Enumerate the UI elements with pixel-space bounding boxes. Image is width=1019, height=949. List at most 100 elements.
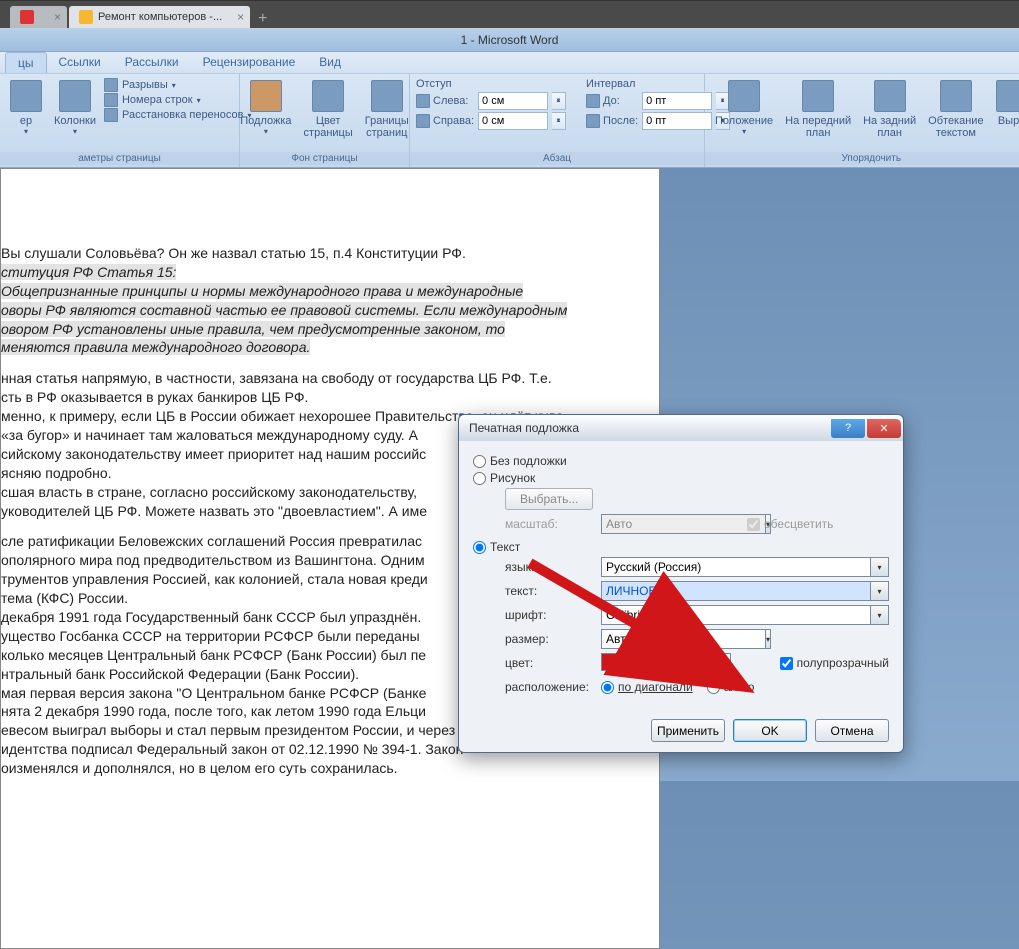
- radio-input[interactable]: [601, 681, 614, 694]
- color-swatch[interactable]: [601, 653, 715, 671]
- columns-icon: [59, 80, 91, 112]
- apply-button[interactable]: Применить: [651, 719, 725, 742]
- language-label: язык:: [505, 560, 595, 574]
- ribbon: ер▾ Колонки▾ Разрывы ▾ Номера строк ▾ Ра…: [0, 74, 1019, 168]
- color-label: цвет:: [505, 656, 595, 670]
- tab-favicon: [79, 10, 93, 24]
- group-arrange: Положение▾ На переднийплан На заднийплан…: [705, 74, 1019, 167]
- font-combo[interactable]: [601, 605, 871, 625]
- cancel-button[interactable]: Отмена: [815, 719, 889, 742]
- ribbon-tab-view[interactable]: Вид: [307, 52, 353, 73]
- borders-button[interactable]: Границыстраниц: [361, 78, 413, 141]
- wrap-icon: [940, 80, 972, 112]
- chevron-down-icon[interactable]: ▾: [871, 581, 889, 601]
- doc-text: ституция РФ Статья 15:: [1, 264, 176, 280]
- hyphenation-icon: [104, 108, 118, 122]
- dialog-titlebar[interactable]: Печатная подложка ? ✕: [459, 415, 903, 441]
- after-label: После:: [603, 115, 638, 127]
- radio-label: Без подложки: [490, 454, 567, 468]
- language-combo[interactable]: [601, 557, 871, 577]
- radio-picture[interactable]: Рисунок: [473, 471, 889, 485]
- chevron-down-icon[interactable]: ▾: [715, 653, 731, 673]
- before-label: До:: [603, 95, 620, 107]
- browser-tab-1[interactable]: ×: [10, 6, 67, 28]
- right-indent-input[interactable]: [478, 112, 548, 130]
- radio-no-watermark[interactable]: Без подложки: [473, 454, 889, 468]
- align-button[interactable]: Выро: [992, 78, 1019, 129]
- ribbon-tab-layout[interactable]: цы: [5, 52, 47, 73]
- font-label: шрифт:: [505, 608, 595, 622]
- indent-label: Отступ: [416, 78, 566, 90]
- spinner[interactable]: ▲▼: [552, 92, 566, 110]
- doc-text: оворы РФ являются составной частью ее пр…: [1, 302, 567, 318]
- select-picture-button: Выбрать...: [505, 488, 593, 510]
- chevron-down-icon[interactable]: ▾: [871, 557, 889, 577]
- tab-favicon: [20, 10, 34, 24]
- page-icon: [10, 80, 42, 112]
- doc-text: нная статья напрямую, в частности, завяз…: [1, 369, 659, 388]
- align-icon: [996, 80, 1019, 112]
- group-page-background: Подложка▾ Цветстраницы Границыстраниц Фо…: [240, 74, 410, 167]
- radio-label: Текст: [490, 540, 520, 554]
- size-combo[interactable]: [601, 629, 766, 649]
- radio-input[interactable]: [473, 472, 486, 485]
- bring-front-button[interactable]: На переднийплан: [781, 78, 855, 141]
- after-input[interactable]: [642, 112, 712, 130]
- watermark-icon: [250, 80, 282, 112]
- doc-text: сть в РФ оказывается в руках банкиров ЦБ…: [1, 388, 659, 407]
- group-label: Фон страницы: [240, 152, 409, 165]
- scale-combo: [601, 514, 766, 534]
- hyphenation-button[interactable]: Расстановка переносов ▾: [104, 108, 252, 122]
- radio-diagonal[interactable]: по диагонали: [601, 680, 693, 694]
- washout-label: обесцветить: [764, 517, 833, 531]
- page-color-icon: [312, 80, 344, 112]
- group-label: Упорядочить: [705, 152, 1019, 165]
- send-back-button[interactable]: На заднийплан: [859, 78, 920, 141]
- radio-horizontal[interactable]: альго: [707, 680, 755, 694]
- left-indent-input[interactable]: [478, 92, 548, 110]
- radio-label: по диагонали: [618, 680, 693, 694]
- text-wrap-button[interactable]: Обтеканиетекстом: [924, 78, 987, 141]
- before-input[interactable]: [642, 92, 712, 110]
- help-button[interactable]: ?: [831, 419, 865, 438]
- new-tab-button[interactable]: +: [252, 10, 273, 28]
- watermark-button[interactable]: Подложка▾: [236, 78, 295, 138]
- browser-tab-2[interactable]: Ремонт компьютеров -... ×: [69, 6, 250, 28]
- ribbon-tab-mailings[interactable]: Рассылки: [113, 52, 191, 73]
- scale-label: масштаб:: [505, 517, 595, 531]
- radio-label: Рисунок: [490, 471, 535, 485]
- page-color-button[interactable]: Цветстраницы: [300, 78, 357, 141]
- close-icon[interactable]: ×: [54, 10, 61, 24]
- semitransparent-label: полупрозрачный: [797, 656, 889, 670]
- close-icon[interactable]: ×: [237, 10, 244, 24]
- ok-button[interactable]: OK: [733, 719, 807, 742]
- breaks-button[interactable]: Разрывы ▾: [104, 78, 252, 92]
- space-after-icon: [586, 114, 600, 128]
- group-label: аметры страницы: [0, 152, 239, 165]
- size-button[interactable]: ер▾: [6, 78, 46, 138]
- radio-label: альго: [724, 680, 755, 694]
- watermark-dialog: Печатная подложка ? ✕ Без подложки Рисун…: [458, 414, 904, 753]
- columns-button[interactable]: Колонки▾: [50, 78, 100, 138]
- space-before-icon: [586, 94, 600, 108]
- close-button[interactable]: ✕: [867, 419, 901, 438]
- text-combo[interactable]: [601, 581, 871, 601]
- semitransparent-checkbox[interactable]: [780, 657, 793, 670]
- left-indent-label: Слева:: [433, 95, 468, 107]
- group-page-setup: ер▾ Колонки▾ Разрывы ▾ Номера строк ▾ Ра…: [0, 74, 240, 167]
- radio-input[interactable]: [707, 681, 720, 694]
- ribbon-tab-review[interactable]: Рецензирование: [191, 52, 308, 73]
- dialog-title: Печатная подложка: [469, 421, 579, 435]
- chevron-down-icon[interactable]: ▾: [766, 629, 771, 649]
- position-button[interactable]: Положение▾: [711, 78, 777, 138]
- spinner[interactable]: ▲▼: [552, 112, 566, 130]
- text-label: текст:: [505, 584, 595, 598]
- bring-front-icon: [802, 80, 834, 112]
- radio-text[interactable]: Текст: [473, 540, 889, 554]
- ribbon-tab-references[interactable]: Ссылки: [47, 52, 113, 73]
- chevron-down-icon[interactable]: ▾: [871, 605, 889, 625]
- radio-input[interactable]: [473, 455, 486, 468]
- layout-label: расположение:: [505, 680, 595, 694]
- line-numbers-button[interactable]: Номера строк ▾: [104, 93, 252, 107]
- radio-input[interactable]: [473, 541, 486, 554]
